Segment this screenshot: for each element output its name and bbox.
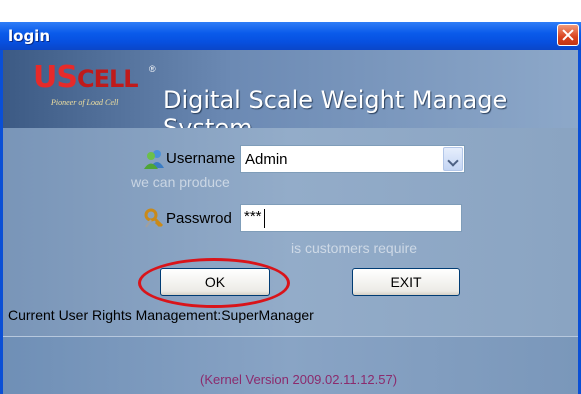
logo-us: US — [33, 60, 78, 95]
users-icon — [144, 150, 164, 169]
registered-mark: ® — [149, 64, 156, 74]
footer-divider — [3, 336, 578, 337]
app-banner: USCELL ® Pioneer of Load Cell Digital Sc… — [3, 50, 578, 128]
key-icon — [144, 208, 164, 228]
exit-button[interactable]: EXIT — [352, 268, 460, 296]
kernel-version: (Kernel Version 2009.02.11.12.57) — [200, 372, 398, 387]
logo-tagline: Pioneer of Load Cell — [51, 98, 119, 107]
app-title: Digital Scale Weight Manage System — [163, 86, 508, 128]
title-bar[interactable]: login — [0, 22, 581, 50]
password-input[interactable]: *** — [240, 204, 462, 232]
company-logo: USCELL — [33, 60, 139, 95]
username-value: Admin — [245, 151, 288, 168]
username-combobox[interactable]: Admin — [240, 145, 465, 173]
chevron-down-icon[interactable] — [443, 147, 463, 171]
text-caret — [264, 209, 265, 228]
close-button[interactable] — [557, 24, 579, 46]
password-label: Passwrod — [166, 210, 232, 227]
logo-cell: CELL — [76, 65, 139, 93]
watermark-text: we can produce — [131, 174, 230, 190]
password-mask: *** — [244, 208, 262, 225]
user-rights-status: Current User Rights Management:SuperMana… — [8, 307, 314, 323]
window-title: login — [8, 27, 51, 45]
ok-highlight-circle — [138, 258, 290, 308]
watermark-text: is customers require — [291, 240, 418, 256]
username-label: Username — [166, 150, 236, 167]
